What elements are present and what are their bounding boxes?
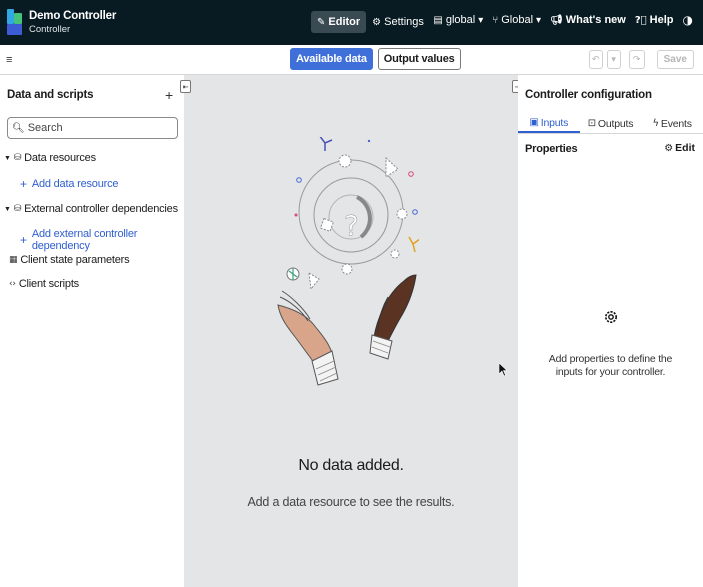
database-icon: ⛁: [13, 153, 22, 163]
add-external-dependency-link[interactable]: + Add external controller dependency: [20, 228, 184, 252]
tree-data-resources[interactable]: ▼ ⛁ Data resources: [4, 152, 96, 164]
empty-properties-message: Add properties to define the inputs for …: [548, 353, 673, 378]
panel-title: Controller configuration: [525, 89, 652, 101]
search-placeholder: Search: [27, 122, 63, 134]
inputs-icon: ▣: [529, 117, 539, 128]
scope-dropdown[interactable]: ▤ global ▾: [433, 14, 483, 26]
gear-icon: ⚙: [372, 16, 382, 28]
tab-events[interactable]: ϟ Events: [641, 114, 703, 133]
mouse-cursor-icon: [499, 363, 507, 377]
tab-label: Events: [660, 117, 692, 130]
tree-label: External controller dependencies: [24, 203, 178, 215]
table-icon: ▦: [9, 255, 18, 265]
plus-icon: +: [20, 177, 27, 191]
help-label: Help: [649, 14, 674, 26]
redo-icon[interactable]: ↷: [628, 50, 645, 69]
tab-outputs[interactable]: ⊡ Outputs: [580, 114, 642, 133]
panel-title: Data and scripts: [7, 89, 94, 101]
svg-text:?: ?: [344, 209, 359, 242]
help-circle-icon: ?⃝: [634, 14, 647, 26]
view-toggle-group: Available data Output values: [290, 48, 461, 70]
undo-icon[interactable]: ↶: [588, 50, 603, 69]
help-button[interactable]: ?⃝ Help: [635, 14, 674, 26]
edit-properties-button[interactable]: ⚙ Edit: [664, 142, 695, 154]
settings-tab-label: Settings: [384, 16, 424, 28]
plus-icon: +: [20, 233, 27, 247]
tree-external-dependencies[interactable]: ▼ ⛁ External controller dependencies: [4, 203, 178, 215]
megaphone-icon: 📢︎: [550, 14, 563, 26]
theme-toggle[interactable]: ◑: [683, 13, 693, 27]
properties-heading: Properties: [525, 143, 578, 155]
caret-down-icon: ▼: [4, 154, 11, 162]
whats-new-button[interactable]: 📢︎ What's new: [550, 14, 626, 26]
edit-label: Edit: [675, 142, 695, 154]
hamburger-menu-icon[interactable]: ≡: [6, 54, 12, 66]
link-label: Add external controller dependency: [31, 228, 138, 252]
pencil-icon: ✎: [317, 16, 326, 28]
search-icon: 🔍︎: [12, 122, 25, 134]
code-icon: ‹›: [9, 279, 16, 289]
gear-icon: ⚙: [664, 142, 674, 154]
whats-new-label: What's new: [565, 14, 626, 26]
app-title: Demo Controller: [29, 10, 117, 22]
settings-gear-icon: [605, 311, 617, 323]
editor-tab-label: Editor: [328, 16, 361, 28]
data-and-scripts-panel: Data and scripts + 🔍︎ Search ▼ ⛁ Data re…: [0, 75, 184, 587]
toolbar-actions: ↶ ▾ ↷ Save: [588, 50, 694, 69]
caret-down-icon: ▼: [4, 205, 11, 213]
tree-label: Client scripts: [18, 278, 79, 290]
search-input[interactable]: 🔍︎ Search: [7, 117, 178, 139]
chevron-down-icon: ▾: [536, 14, 542, 26]
branch-icon: ⑂: [492, 14, 499, 26]
editor-tab[interactable]: ✎ Editor: [311, 11, 367, 33]
add-data-resource-link[interactable]: + Add data resource: [20, 177, 119, 191]
preview-canvas: ⇤ ⇥ ? N: [180, 75, 523, 587]
lightning-icon: ϟ: [652, 118, 660, 129]
tree-label: Client state parameters: [20, 254, 130, 266]
app-logo: [7, 9, 22, 35]
book-icon: ▤: [433, 14, 443, 26]
tab-label: Outputs: [597, 117, 634, 130]
branch-label: Global: [501, 14, 534, 26]
app-header: Demo Controller Controller ✎ Editor ⚙ Se…: [0, 0, 703, 45]
save-button[interactable]: Save: [656, 50, 694, 69]
add-icon[interactable]: +: [165, 87, 173, 103]
editor-toolbar: ≡ Available data Output values ↶ ▾ ↷ Sav…: [0, 45, 703, 75]
output-values-button[interactable]: Output values: [377, 48, 461, 70]
branch-dropdown[interactable]: ⑂ Global ▾: [492, 14, 541, 26]
scope-label: global: [445, 14, 476, 26]
chevron-down-icon: ▾: [478, 14, 484, 26]
empty-state-subtitle: Add a data resource to see the results.: [247, 495, 455, 509]
outputs-icon: ⊡: [587, 118, 596, 129]
undo-history-dropdown-icon[interactable]: ▾: [606, 50, 621, 69]
collapse-left-panel-icon[interactable]: ⇤: [180, 80, 191, 93]
settings-tab[interactable]: ⚙ Settings: [366, 11, 430, 33]
available-data-button[interactable]: Available data: [290, 48, 373, 70]
app-subtitle: Controller: [29, 24, 71, 35]
tree-label: Data resources: [24, 152, 96, 164]
controller-configuration-panel: Controller configuration ▣ Inputs ⊡ Outp…: [518, 75, 703, 587]
tree-client-state-parameters[interactable]: ▦ Client state parameters: [9, 254, 130, 266]
tree-client-scripts[interactable]: ‹› Client scripts: [9, 278, 79, 290]
header-right-menu: ▤ global ▾ ⑂ Global ▾ 📢︎ What's new ?⃝ H…: [433, 13, 693, 27]
link-label: Add data resource: [31, 178, 119, 190]
hands-illustration: [277, 274, 417, 386]
contrast-icon: ◑: [682, 13, 693, 27]
empty-state-title: No data added.: [298, 457, 404, 474]
mode-switch: ✎ Editor ⚙ Settings: [311, 11, 430, 33]
tab-inputs[interactable]: ▣ Inputs: [518, 114, 580, 133]
config-tabs: ▣ Inputs ⊡ Outputs ϟ Events: [518, 114, 703, 134]
tab-label: Inputs: [540, 116, 569, 129]
database-icon: ⛁: [13, 204, 22, 214]
